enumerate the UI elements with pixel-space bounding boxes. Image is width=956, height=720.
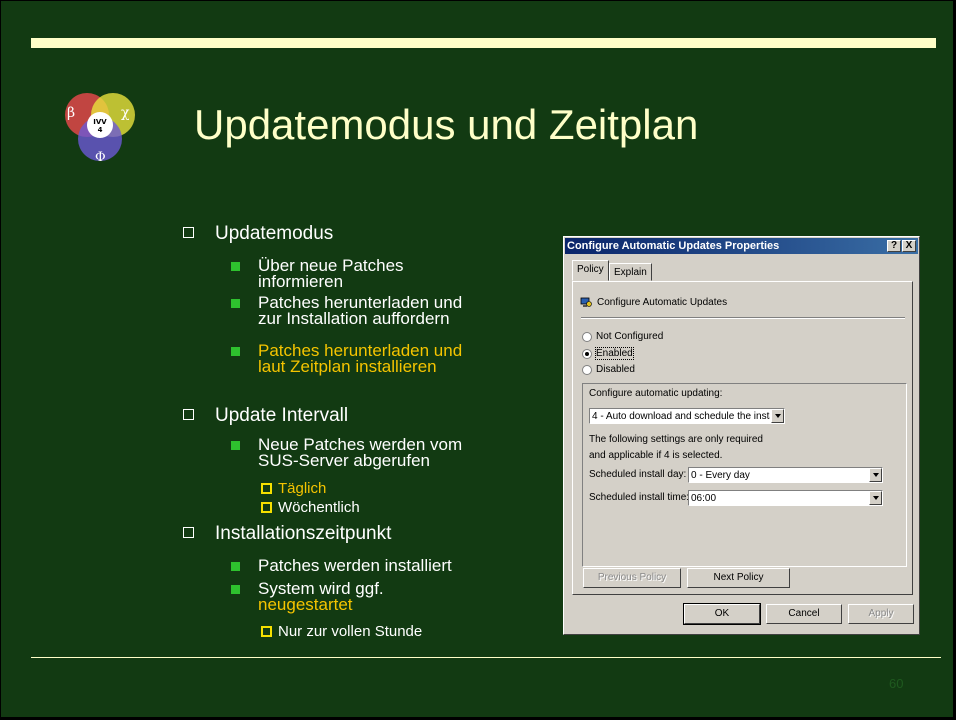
top-rule — [31, 38, 936, 48]
install-day-select[interactable]: 0 - Every day — [688, 467, 883, 483]
green-square-icon — [231, 441, 240, 450]
hollow-box-icon — [183, 227, 194, 238]
logo-symbol-chi: χ — [121, 105, 130, 121]
dropdown-arrow-icon[interactable] — [869, 491, 882, 505]
tab-policy[interactable]: Policy — [572, 260, 609, 281]
bottom-rule — [31, 657, 941, 658]
tab-explain[interactable]: Explain — [609, 263, 652, 281]
hollow-box-icon — [183, 409, 194, 420]
computer-update-icon — [580, 297, 592, 307]
dialog-titlebar[interactable]: Configure Automatic Updates Properties ?… — [565, 238, 918, 254]
previous-policy-button[interactable]: Previous Policy — [583, 568, 681, 588]
apply-button[interactable]: Apply — [848, 604, 914, 624]
panel-heading-text: Configure Automatic Updates — [597, 297, 728, 308]
logo-symbol-beta: β — [67, 105, 75, 121]
help-button[interactable]: ? — [887, 240, 901, 252]
close-button[interactable]: X — [902, 240, 916, 252]
next-policy-button[interactable]: Next Policy — [687, 568, 790, 588]
green-square-icon — [231, 585, 240, 594]
configure-label: Configure automatic updating: — [589, 388, 723, 399]
green-square-icon — [231, 262, 240, 271]
yellow-box-icon — [261, 502, 272, 513]
install-day-label: Scheduled install day: — [589, 469, 687, 480]
logo-text-ivv: IVV — [93, 118, 107, 126]
logo-venn-icon: β χ Φ IVV 4 — [65, 93, 135, 165]
configure-updating-select[interactable]: 4 - Auto download and schedule the insta — [589, 408, 785, 424]
ok-button[interactable]: OK — [683, 603, 761, 625]
yellow-box-icon — [261, 626, 272, 637]
page-number: 60 — [889, 676, 904, 691]
install-time-label: Scheduled install time: — [589, 492, 690, 503]
radio-selected-icon — [582, 349, 592, 359]
dropdown-arrow-icon[interactable] — [869, 468, 882, 482]
slide: β χ Φ IVV 4 Updatemodus und Zeitplan Upd… — [0, 0, 954, 718]
separator — [581, 317, 905, 319]
radio-circle-icon — [582, 365, 592, 375]
logo-text-4: 4 — [98, 126, 103, 134]
cancel-button[interactable]: Cancel — [766, 604, 842, 624]
info-line-2: and applicable if 4 is selected. — [589, 450, 723, 461]
green-square-icon — [231, 347, 240, 356]
hollow-box-icon — [183, 527, 194, 538]
properties-dialog: Configure Automatic Updates Properties ?… — [563, 236, 920, 635]
install-time-select[interactable]: 06:00 — [688, 490, 883, 506]
slide-title: Updatemodus und Zeitplan — [194, 101, 699, 148]
info-line-1: The following settings are only required — [589, 434, 763, 445]
logo-symbol-phi: Φ — [95, 150, 106, 165]
dropdown-arrow-icon[interactable] — [771, 409, 784, 423]
radio-circle-icon — [582, 332, 592, 342]
green-square-icon — [231, 299, 240, 308]
green-square-icon — [231, 562, 240, 571]
dialog-title: Configure Automatic Updates Properties — [567, 240, 780, 252]
yellow-box-icon — [261, 483, 272, 494]
